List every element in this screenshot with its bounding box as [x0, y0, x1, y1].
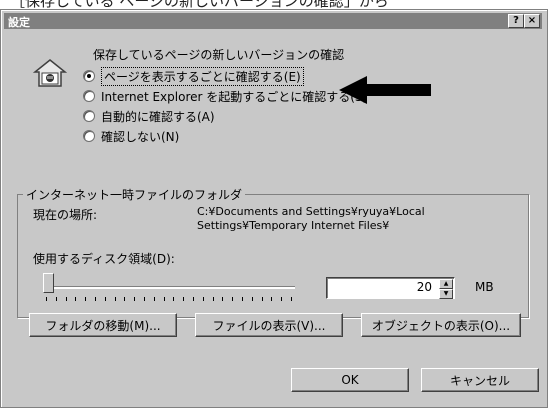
slider-tick [65, 297, 67, 301]
slider-tick [192, 297, 194, 301]
slider-tick [114, 297, 116, 301]
title-bar: 設定 ? × [4, 13, 542, 29]
view-objects-button[interactable]: オブジェクトの表示(O)... [361, 313, 521, 337]
location-label: 現在の場所: [33, 208, 98, 222]
left-arrow-icon [339, 76, 431, 104]
slider-tick [143, 297, 145, 301]
house-icon [33, 59, 67, 87]
slider-tick [85, 297, 87, 301]
location-path: C:¥Documents and Settings¥ryuya¥Local Se… [197, 205, 425, 232]
disk-space-spinner[interactable]: ▲ ▼ [439, 279, 453, 299]
slider-tick [134, 297, 136, 301]
radio-label: 自動的に確認する(A) [101, 109, 215, 124]
slider-tick [46, 297, 47, 301]
ok-button[interactable]: OK [291, 368, 409, 392]
radio-label: Internet Explorer を起動するごとに確認する(S) [101, 89, 368, 104]
radio-never[interactable]: 確認しない(N) [83, 128, 179, 144]
disk-space-slider-thumb[interactable] [43, 273, 54, 293]
slider-tick [290, 297, 292, 301]
disk-space-label: 使用するディスク領域(D): [33, 252, 175, 266]
slider-tick [222, 297, 224, 301]
radio-label: ページを表示するごとに確認する(E) [101, 66, 304, 86]
radio-every-visit[interactable]: ページを表示するごとに確認する(E) [83, 66, 304, 86]
cancel-button[interactable]: キャンセル [421, 368, 539, 392]
slider-tick [271, 297, 273, 301]
slider-tick [261, 297, 263, 301]
window-title: 設定 [8, 16, 30, 29]
slider-tick [232, 297, 234, 301]
check-heading: 保存しているページの新しいバージョンの確認 [93, 48, 345, 62]
slider-tick [94, 297, 96, 301]
caption-text: ［保存している ページの新しいバージョンの確認」から [10, 0, 389, 9]
group-title: インターネット一時ファイルのフォルダ [23, 186, 246, 203]
disk-space-slider-track[interactable] [43, 286, 295, 289]
radio-button[interactable] [83, 130, 95, 142]
slider-tick [251, 297, 253, 301]
view-files-button[interactable]: ファイルの表示(V)... [195, 313, 343, 337]
disk-space-input[interactable]: 20 ▲ ▼ [326, 277, 455, 299]
slider-tick [241, 297, 243, 301]
slider-tick [281, 297, 283, 301]
slider-ticks [46, 297, 292, 303]
radio-button[interactable] [83, 90, 95, 102]
radio-label: 確認しない(N) [101, 129, 180, 144]
slider-tick [183, 297, 185, 301]
radio-automatic[interactable]: 自動的に確認する(A) [83, 108, 215, 124]
radio-every-start[interactable]: Internet Explorer を起動するごとに確認する(S) [83, 88, 367, 104]
spin-down-icon[interactable]: ▼ [439, 289, 453, 299]
slider-tick [202, 297, 204, 301]
slider-tick [163, 297, 165, 301]
caption-strip: ［保存している ページの新しいバージョンの確認」から [0, 0, 548, 9]
help-button[interactable]: ? [508, 14, 524, 28]
slider-tick [212, 297, 214, 301]
unit-label: MB [475, 280, 494, 294]
slider-tick [124, 297, 126, 301]
spin-up-icon[interactable]: ▲ [439, 279, 453, 289]
slider-tick [75, 297, 77, 301]
settings-dialog: 設定 ? × 保存しているページの新しいバージョンの確認 ページを表示するごとに… [0, 9, 548, 408]
move-folder-button[interactable]: フォルダの移動(M)... [29, 313, 177, 337]
radio-button[interactable] [83, 70, 95, 82]
slider-tick [153, 297, 155, 301]
disk-space-value: 20 [416, 280, 432, 294]
slider-tick [55, 297, 57, 301]
slider-tick [173, 297, 175, 301]
close-button[interactable]: × [524, 14, 540, 28]
radio-button[interactable] [83, 110, 95, 122]
slider-tick [104, 297, 106, 301]
